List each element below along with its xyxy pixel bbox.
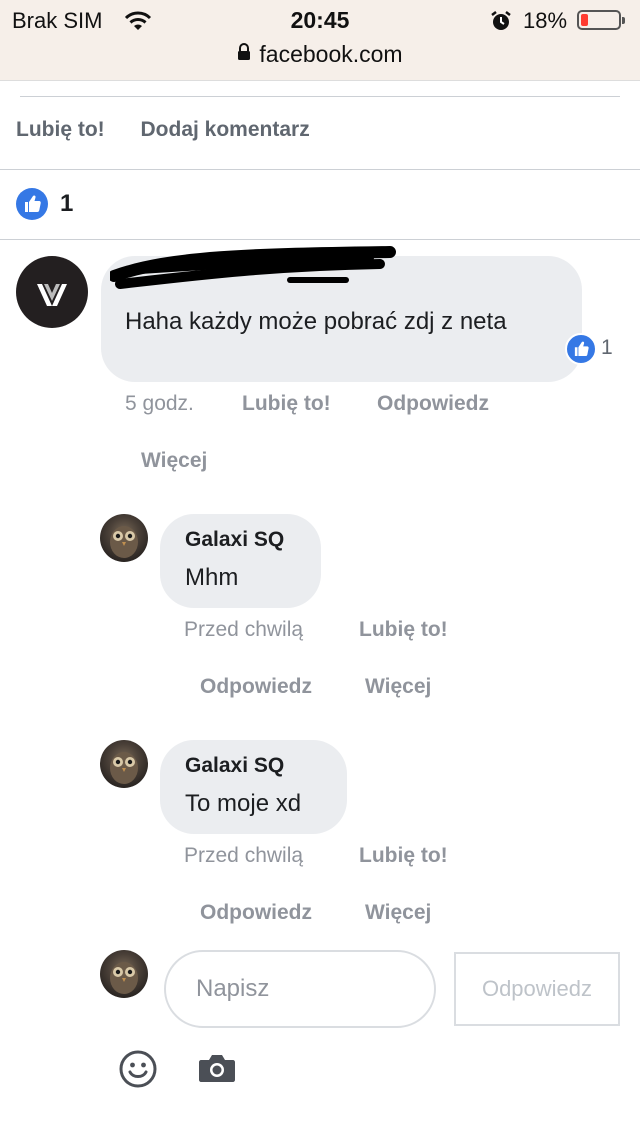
post-likes-summary[interactable]: 1 xyxy=(16,188,73,222)
owl-avatar-icon xyxy=(110,526,138,558)
likes-count: 1 xyxy=(60,190,74,217)
reply-bubble[interactable]: Galaxi SQ To moje xd xyxy=(160,740,347,834)
avatar xyxy=(100,950,148,998)
comment-more-button[interactable]: Więcej xyxy=(141,449,207,473)
comment-text: Haha każdy może pobrać zdj z neta xyxy=(125,308,507,335)
redacted-author-name xyxy=(110,246,396,289)
reply-like-button[interactable]: Lubię to! xyxy=(359,618,448,642)
alarm-icon xyxy=(490,10,512,37)
reaction-count: 1 xyxy=(601,336,613,359)
battery-icon xyxy=(577,10,625,30)
like-thumb-icon xyxy=(16,188,48,220)
comment-reactions[interactable]: 1 xyxy=(565,333,621,367)
camera-icon[interactable] xyxy=(198,1052,236,1089)
submit-reply-button[interactable]: Odpowiedz xyxy=(454,952,620,1026)
reply-author[interactable]: Galaxi SQ xyxy=(185,528,284,552)
reply-time: Przed chwilą xyxy=(184,844,304,867)
reply-like-button[interactable]: Lubię to! xyxy=(359,844,448,868)
status-bar: Brak SIM 20:45 18% facebook.com xyxy=(0,0,640,81)
reply-time: Przed chwilą xyxy=(184,618,304,641)
reply-input[interactable] xyxy=(194,974,418,1004)
lock-icon xyxy=(237,40,251,67)
reply-reply-button[interactable]: Odpowiedz xyxy=(200,675,312,699)
reply-text: To moje xd xyxy=(185,790,302,817)
url-text: facebook.com xyxy=(259,41,403,67)
reply-more-button[interactable]: Więcej xyxy=(365,901,431,925)
reply-text: Mhm xyxy=(185,564,239,591)
reply-input-container xyxy=(164,950,436,1028)
v-logo-icon xyxy=(37,284,67,306)
add-comment-button[interactable]: Dodaj komentarz xyxy=(141,118,310,141)
like-thumb-icon xyxy=(565,333,597,365)
avatar[interactable] xyxy=(16,256,88,328)
reply-reply-button[interactable]: Odpowiedz xyxy=(200,901,312,925)
owl-avatar-icon xyxy=(110,962,138,994)
divider xyxy=(0,169,640,170)
avatar[interactable] xyxy=(100,740,148,788)
reply-author[interactable]: Galaxi SQ xyxy=(185,754,284,778)
divider xyxy=(0,239,640,240)
comment-time: 5 godz. xyxy=(125,392,194,415)
owl-avatar-icon xyxy=(110,752,138,784)
post-like-button[interactable]: Lubię to! xyxy=(16,118,105,141)
reply-bubble[interactable]: Galaxi SQ Mhm xyxy=(160,514,321,608)
battery-percent: 18% xyxy=(523,8,568,33)
avatar[interactable] xyxy=(100,514,148,562)
address-bar[interactable]: facebook.com xyxy=(0,41,640,69)
emoji-icon[interactable] xyxy=(119,1050,157,1093)
post-actions: Lubię to! Dodaj komentarz xyxy=(16,118,340,142)
comment-reply-button[interactable]: Odpowiedz xyxy=(377,392,489,416)
divider xyxy=(20,96,620,97)
reply-more-button[interactable]: Więcej xyxy=(365,675,431,699)
comment-like-button[interactable]: Lubię to! xyxy=(242,392,331,416)
